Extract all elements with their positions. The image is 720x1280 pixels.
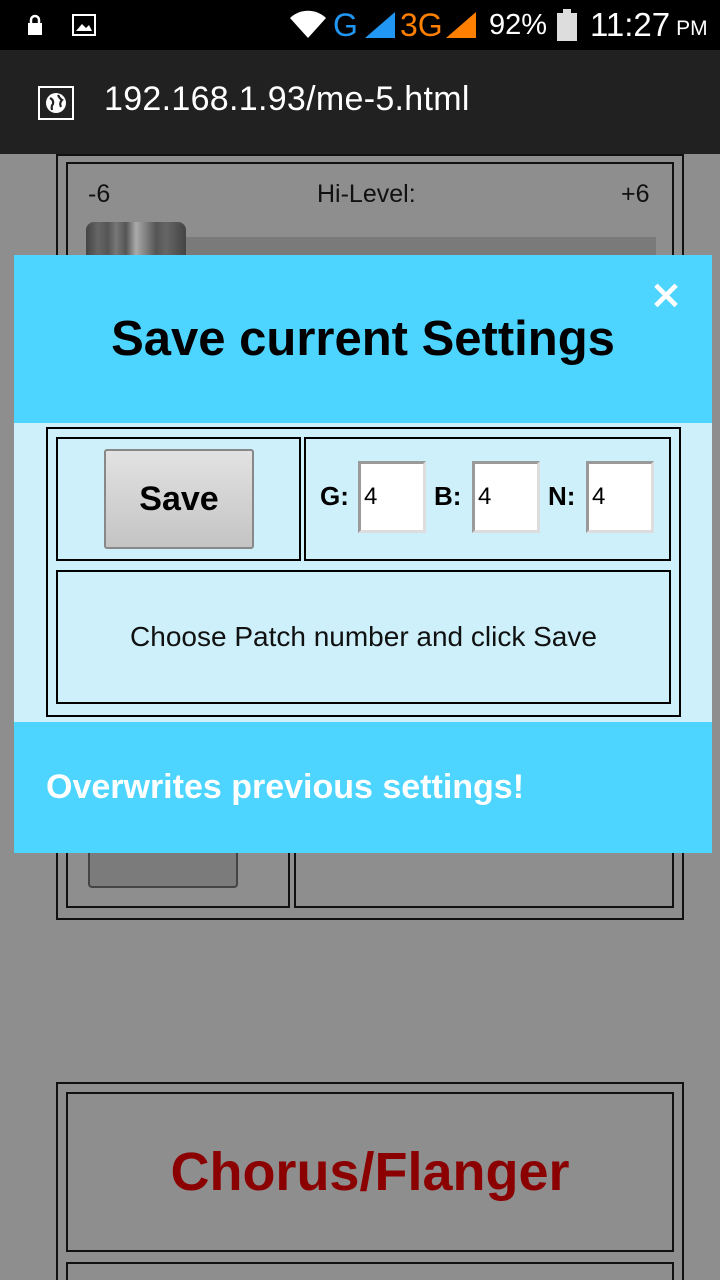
modal-footer: Overwrites previous settings! xyxy=(14,722,712,853)
address-bar[interactable]: 192.168.1.93/me-5.html xyxy=(0,50,720,154)
slider-label: Hi-Level: xyxy=(317,180,416,208)
save-button[interactable]: Save xyxy=(104,449,254,549)
background-button[interactable] xyxy=(88,850,238,888)
n-label: N: xyxy=(548,481,576,511)
clock: 11:27 PM xyxy=(590,0,708,50)
slider-max-label: +6 xyxy=(621,180,650,208)
battery-icon xyxy=(556,0,578,50)
chorus-flanger-title[interactable]: Chorus/Flanger xyxy=(66,1092,674,1252)
slider-min-label: -6 xyxy=(88,180,111,208)
wifi-icon xyxy=(288,0,328,50)
network-type-3g: 3G xyxy=(400,6,443,43)
warning-text: Overwrites previous settings! xyxy=(46,768,525,806)
status-bar: G 3G 92% 11:27 PM xyxy=(0,0,720,50)
modal-title: Save current Settings xyxy=(111,312,615,366)
signal-icon xyxy=(444,0,478,50)
save-cell: Save xyxy=(56,437,301,561)
patch-inputs-cell: G: B: N: xyxy=(304,437,671,561)
b-label: B: xyxy=(434,481,462,511)
modal-body: Save G: B: N: Choose Patch number and cl… xyxy=(46,427,681,717)
g-label: G: xyxy=(320,481,349,511)
url-text[interactable]: 192.168.1.93/me-5.html xyxy=(104,80,470,119)
globe-icon xyxy=(38,86,74,120)
network-type-g: G xyxy=(333,6,358,43)
next-section xyxy=(66,1262,674,1280)
n-input[interactable] xyxy=(586,461,654,533)
instruction-message: Choose Patch number and click Save xyxy=(56,570,671,704)
save-settings-modal: × Save current Settings Save G: B: N: Ch… xyxy=(14,255,712,853)
signal-icon xyxy=(363,0,397,50)
battery-percentage: 92% xyxy=(489,8,548,41)
hi-level-slider-track[interactable] xyxy=(186,237,656,257)
lock-icon xyxy=(26,0,44,50)
b-input[interactable] xyxy=(472,461,540,533)
clock-ampm: PM xyxy=(676,17,708,40)
g-input[interactable] xyxy=(358,461,426,533)
image-icon xyxy=(72,0,96,50)
modal-header: × Save current Settings xyxy=(14,255,712,423)
clock-time: 11:27 xyxy=(590,6,671,43)
close-icon[interactable]: × xyxy=(646,275,686,315)
